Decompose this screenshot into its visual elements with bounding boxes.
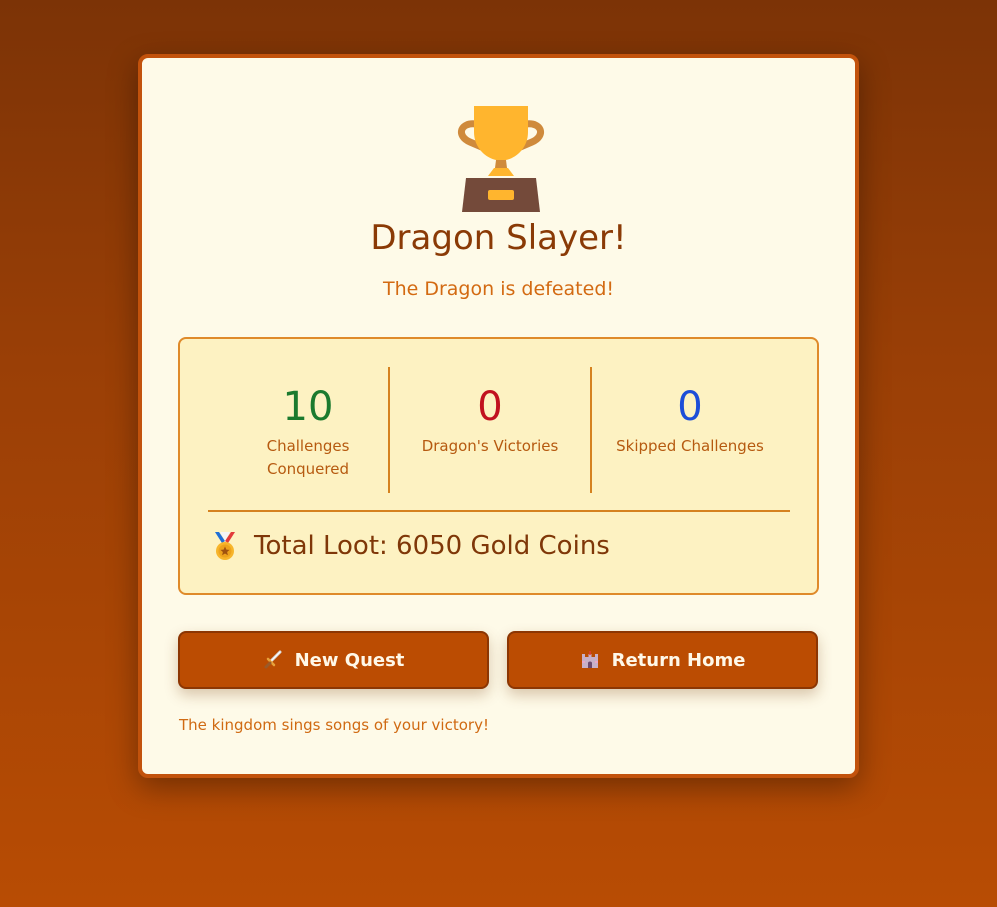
stats-panel: 10 Challenges Conquered 0 Dragon's Victo… bbox=[178, 337, 819, 595]
castle-icon bbox=[581, 651, 598, 668]
medal-icon bbox=[215, 532, 235, 560]
sword-icon bbox=[264, 650, 282, 669]
stat-label: Skipped Challenges bbox=[616, 437, 764, 455]
results-card: Dragon Slayer! The Dragon is defeated! 1… bbox=[138, 54, 859, 778]
victory-message: The kingdom sings songs of your victory! bbox=[179, 716, 489, 734]
new-quest-label: New Quest bbox=[294, 649, 405, 671]
page-title: Dragon Slayer! bbox=[370, 218, 627, 258]
stat-label: Dragon's Victories bbox=[421, 437, 559, 455]
page-subtitle: The Dragon is defeated! bbox=[382, 278, 615, 300]
stats-divider bbox=[208, 510, 790, 512]
stat-value: 0 bbox=[477, 384, 503, 430]
trophy-icon bbox=[458, 106, 544, 212]
stat-challenges-conquered: 10 Challenges Conquered bbox=[208, 367, 408, 493]
stat-dragon-victories: 0 Dragon's Victories bbox=[388, 367, 592, 493]
total-loot: Total Loot: 6050 Gold Coins bbox=[212, 531, 610, 561]
loot-text: Total Loot: 6050 Gold Coins bbox=[254, 531, 610, 561]
stat-value: 10 bbox=[282, 384, 334, 430]
stat-skipped-challenges: 0 Skipped Challenges bbox=[590, 367, 790, 493]
stat-label: Challenges Conquered bbox=[266, 437, 350, 478]
return-home-label: Return Home bbox=[611, 649, 746, 671]
return-home-button[interactable]: Return Home bbox=[507, 631, 818, 689]
new-quest-button[interactable]: New Quest bbox=[178, 631, 489, 689]
stat-value: 0 bbox=[677, 384, 703, 430]
